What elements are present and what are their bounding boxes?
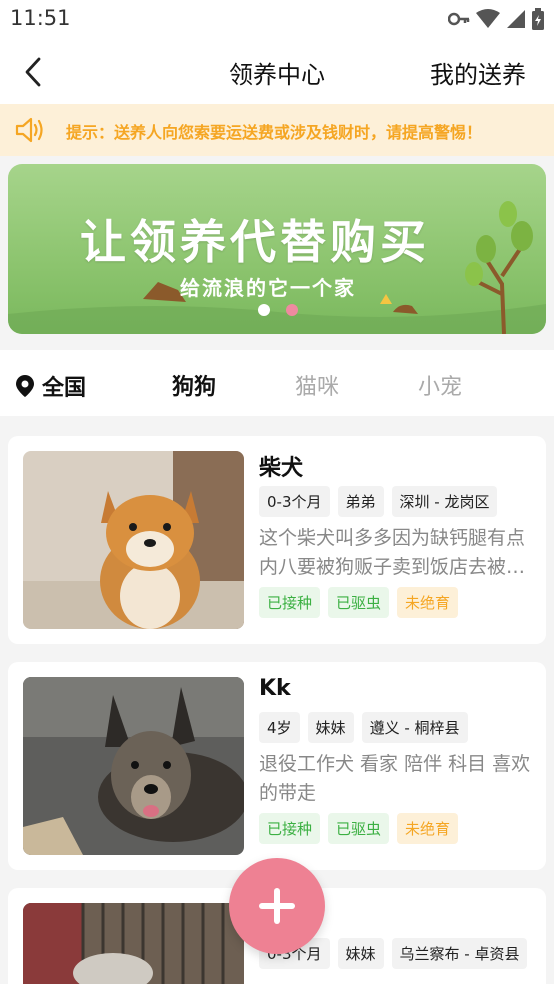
dewormed-badge: 已驱虫 [328,587,390,618]
wifi-icon [476,9,500,28]
pet-tags: 0-3个月 弟弟 深圳 - 龙岗区 [259,486,498,517]
warning-notice: 提示：送养人向您索要运送费或涉及钱财时，请提高警惕！ [0,104,554,156]
promo-banner[interactable]: 让领养代替购买 给流浪的它一个家 [8,164,546,334]
nav-bar: 领养中心 我的送养 [0,40,554,104]
pet-location-tag: 乌兰察布 - 卓资县 [391,938,528,969]
not-neutered-badge: 未绝育 [397,813,459,844]
pet-name: Kk [259,676,291,701]
vaccinated-badge: 已接种 [259,813,321,844]
pet-gender-tag: 妹妹 [307,712,354,743]
pet-photo[interactable] [23,451,244,629]
tab-dogs[interactable]: 狗狗 [172,369,216,401]
pet-location-tag: 深圳 - 龙岗区 [391,486,498,517]
carousel-dot-active[interactable] [286,304,298,316]
pet-photo[interactable] [23,677,244,855]
pet-name: 柴犬 [259,456,304,481]
status-time: 11:51 [10,6,71,30]
signal-icon [507,10,525,28]
pet-card[interactable]: 柴犬 0-3个月 弟弟 深圳 - 龙岗区 这个柴犬叫多多因为缺钙腿有点内八要被狗… [8,436,546,644]
tab-cats[interactable]: 猫咪 [295,369,339,401]
tab-small-pets[interactable]: 小宠 [418,369,462,401]
not-neutered-badge: 未绝育 [397,587,459,618]
shepherd-photo-image [23,677,244,855]
key-icon [448,12,470,26]
pet-age-tag: 0-3个月 [259,486,330,517]
shiba-photo-image [23,451,244,629]
warning-text: 提示：送养人向您索要运送费或涉及钱财时，请提高警惕！ [66,123,483,142]
banner-subtitle: 给流浪的它一个家 [180,276,356,300]
pet-photo[interactable] [23,903,244,984]
pet-location-tag: 遵义 - 桐梓县 [361,712,468,743]
location-pin-icon [16,375,34,397]
dewormed-badge: 已驱虫 [328,813,390,844]
speaker-icon [15,117,43,143]
pet-age-tag: 4岁 [259,712,300,743]
filter-tabs: 全国 狗狗 猫咪 小宠 [0,350,554,416]
cage-photo-image [23,903,244,984]
pet-tags: 4岁 妹妹 遵义 - 桐梓县 [259,712,468,743]
pet-gender-tag: 妹妹 [337,938,384,969]
status-icons [448,8,544,30]
banner-headline: 让领养代替购买 [80,215,430,269]
pet-description: 这个柴犬叫多多因为缺钙腿有点内八要被狗贩子卖到饭店去被… [259,527,526,578]
vaccinated-badge: 已接种 [259,587,321,618]
carousel-indicator [258,304,298,316]
plus-icon-vertical [274,888,280,924]
pet-gender-tag: 弟弟 [337,486,384,517]
pet-description: 退役工作犬 看家 陪伴 科目 喜欢的带走 [259,753,531,804]
status-bar: 11:51 [0,0,554,40]
pet-health-badges: 已接种 已驱虫 未绝育 [259,587,459,618]
location-label: 全国 [42,376,87,401]
carousel-dot[interactable] [258,304,270,316]
add-pet-button[interactable] [229,858,325,954]
pet-card[interactable]: Kk 4岁 妹妹 遵义 - 桐梓县 退役工作犬 看家 陪伴 科目 喜欢的带走 已… [8,662,546,870]
location-selector[interactable]: 全国 [16,370,86,402]
pet-health-badges: 已接种 已驱虫 未绝育 [259,813,459,844]
my-rehoming-link[interactable]: 我的送养 [430,55,526,90]
battery-icon [532,8,544,30]
